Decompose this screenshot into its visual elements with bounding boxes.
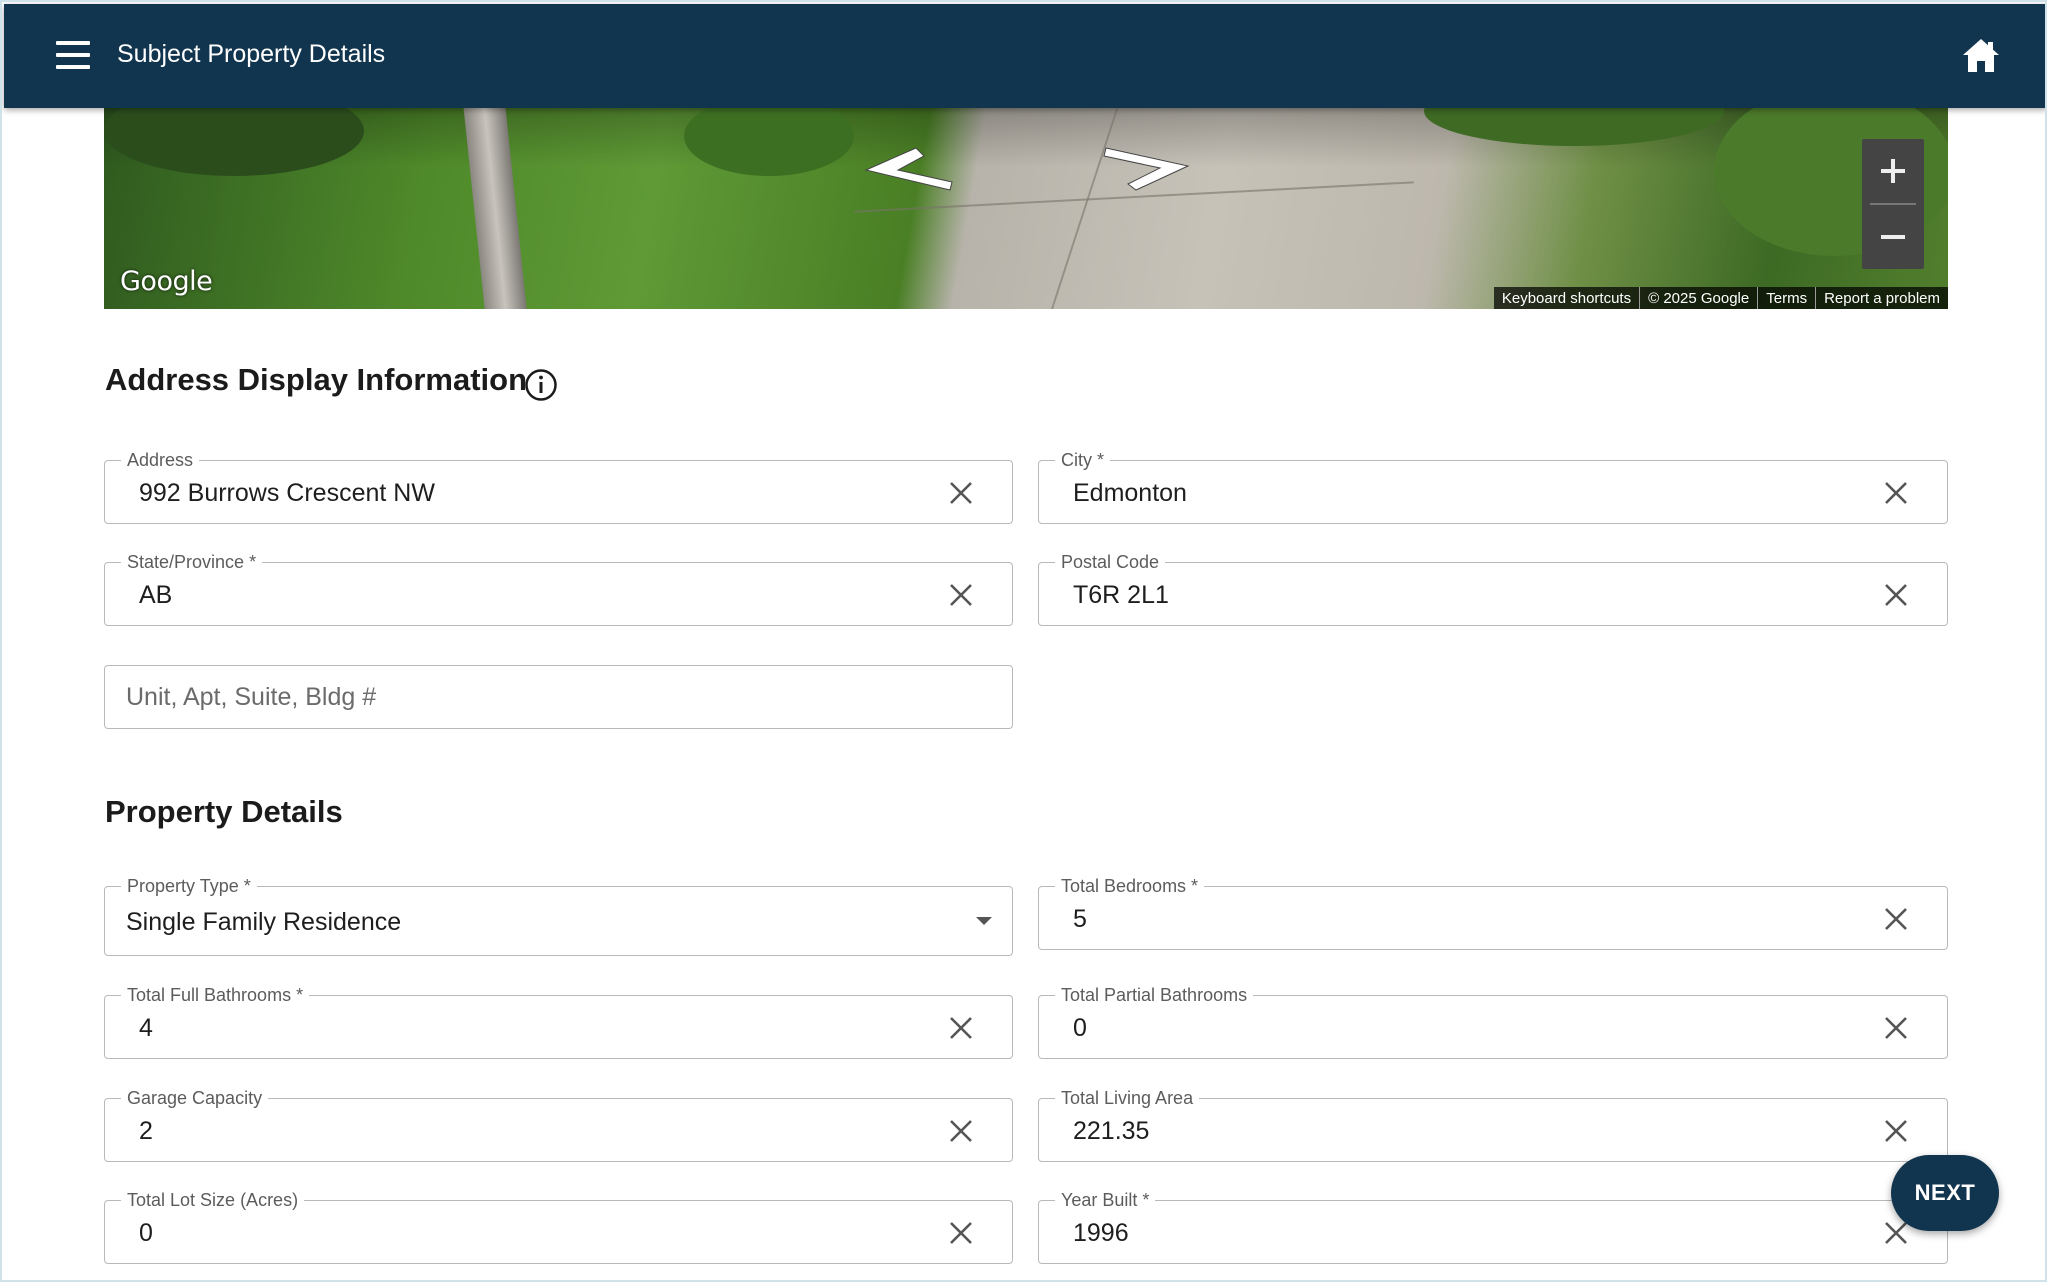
year-built-field[interactable]: Year Built * 1996: [1038, 1189, 1948, 1264]
total-bedrooms-value: 5: [1073, 905, 1087, 933]
menu-icon[interactable]: [50, 38, 98, 76]
home-icon[interactable]: [1961, 36, 2001, 76]
state-province-field[interactable]: State/Province * AB: [104, 551, 1013, 626]
total-living-area-value: 221.35: [1073, 1117, 1150, 1145]
app-bar: Subject Property Details: [4, 4, 2045, 108]
total-bedrooms-label: Total Bedrooms *: [1055, 875, 1205, 897]
arrow-left-icon[interactable]: [864, 146, 954, 196]
address-field[interactable]: Address 992 Burrows Crescent NW: [104, 449, 1013, 524]
terms-link[interactable]: Terms: [1757, 287, 1815, 309]
state-province-label: State/Province *: [121, 551, 263, 573]
property-type-select[interactable]: Property Type * Single Family Residence: [104, 875, 1013, 956]
city-field[interactable]: City * Edmonton: [1038, 449, 1948, 524]
total-living-area-label: Total Living Area: [1055, 1087, 1200, 1109]
close-icon[interactable]: [948, 1118, 974, 1144]
arrow-right-icon[interactable]: [1102, 142, 1192, 192]
total-lot-size-field[interactable]: Total Lot Size (Acres) 0: [104, 1189, 1013, 1264]
close-icon[interactable]: [1883, 582, 1909, 608]
address-section-title: Address Display Information: [105, 362, 528, 397]
total-lot-size-label: Total Lot Size (Acres): [121, 1189, 305, 1211]
close-icon[interactable]: [1883, 906, 1909, 932]
garage-capacity-label: Garage Capacity: [121, 1087, 269, 1109]
close-icon[interactable]: [948, 1015, 974, 1041]
chevron-down-icon[interactable]: [976, 917, 992, 925]
total-partial-bathrooms-value: 0: [1073, 1014, 1087, 1042]
city-label: City *: [1055, 449, 1111, 471]
zoom-out-button[interactable]: [1862, 205, 1924, 269]
keyboard-shortcuts-link[interactable]: Keyboard shortcuts: [1494, 287, 1639, 309]
close-icon[interactable]: [948, 582, 974, 608]
minus-icon: [1881, 235, 1905, 239]
report-problem-link[interactable]: Report a problem: [1815, 287, 1948, 309]
street-view-tree: [463, 106, 527, 309]
map-attribution: Keyboard shortcuts © 2025 Google Terms R…: [1493, 287, 1948, 309]
close-icon[interactable]: [948, 1220, 974, 1246]
property-type-value: Single Family Residence: [126, 908, 402, 936]
driveway-seam: [1051, 106, 1119, 309]
total-full-bathrooms-field[interactable]: Total Full Bathrooms * 4: [104, 984, 1013, 1059]
close-icon[interactable]: [1883, 1015, 1909, 1041]
copyright-text: © 2025 Google: [1639, 287, 1757, 309]
page-title: Subject Property Details: [117, 40, 386, 68]
total-bedrooms-field[interactable]: Total Bedrooms * 5: [1038, 875, 1948, 950]
garage-capacity-value: 2: [139, 1117, 153, 1145]
street-view-panorama[interactable]: Google Keyboard shortcuts © 2025 Google …: [104, 106, 1948, 309]
zoom-controls: [1862, 139, 1924, 269]
state-province-value: AB: [139, 581, 173, 609]
postal-code-field[interactable]: Postal Code T6R 2L1: [1038, 551, 1948, 626]
property-section-title: Property Details: [105, 794, 343, 829]
address-label: Address: [121, 449, 200, 471]
unit-field[interactable]: Unit, Apt, Suite, Bldg #: [104, 665, 1013, 729]
total-full-bathrooms-label: Total Full Bathrooms *: [121, 984, 310, 1006]
close-icon[interactable]: [1883, 1118, 1909, 1144]
postal-code-value: T6R 2L1: [1073, 581, 1169, 609]
street-view-foliage: [1424, 106, 1724, 146]
app-frame: Subject Property Details Google Keyboard…: [0, 0, 2047, 1282]
total-lot-size-value: 0: [139, 1219, 153, 1247]
property-type-label: Property Type *: [121, 875, 257, 897]
close-icon[interactable]: [948, 480, 974, 506]
plus-icon: [1881, 159, 1905, 183]
zoom-in-button[interactable]: [1862, 139, 1924, 203]
total-living-area-field[interactable]: Total Living Area 221.35: [1038, 1087, 1948, 1162]
close-icon[interactable]: [1883, 480, 1909, 506]
address-value: 992 Burrows Crescent NW: [139, 479, 435, 507]
info-icon[interactable]: [524, 368, 558, 402]
street-view-foliage: [684, 106, 854, 176]
total-partial-bathrooms-field[interactable]: Total Partial Bathrooms 0: [1038, 984, 1948, 1059]
google-logo: Google: [120, 266, 213, 297]
next-button[interactable]: NEXT: [1891, 1155, 1999, 1231]
year-built-label: Year Built *: [1055, 1189, 1156, 1211]
garage-capacity-field[interactable]: Garage Capacity 2: [104, 1087, 1013, 1162]
total-full-bathrooms-value: 4: [139, 1014, 153, 1042]
city-value: Edmonton: [1073, 479, 1187, 507]
year-built-value: 1996: [1073, 1219, 1129, 1247]
street-view-foliage: [104, 106, 364, 176]
total-partial-bathrooms-label: Total Partial Bathrooms: [1055, 984, 1254, 1006]
close-icon[interactable]: [1883, 1220, 1909, 1246]
postal-code-label: Postal Code: [1055, 551, 1166, 573]
unit-placeholder: Unit, Apt, Suite, Bldg #: [126, 683, 377, 711]
